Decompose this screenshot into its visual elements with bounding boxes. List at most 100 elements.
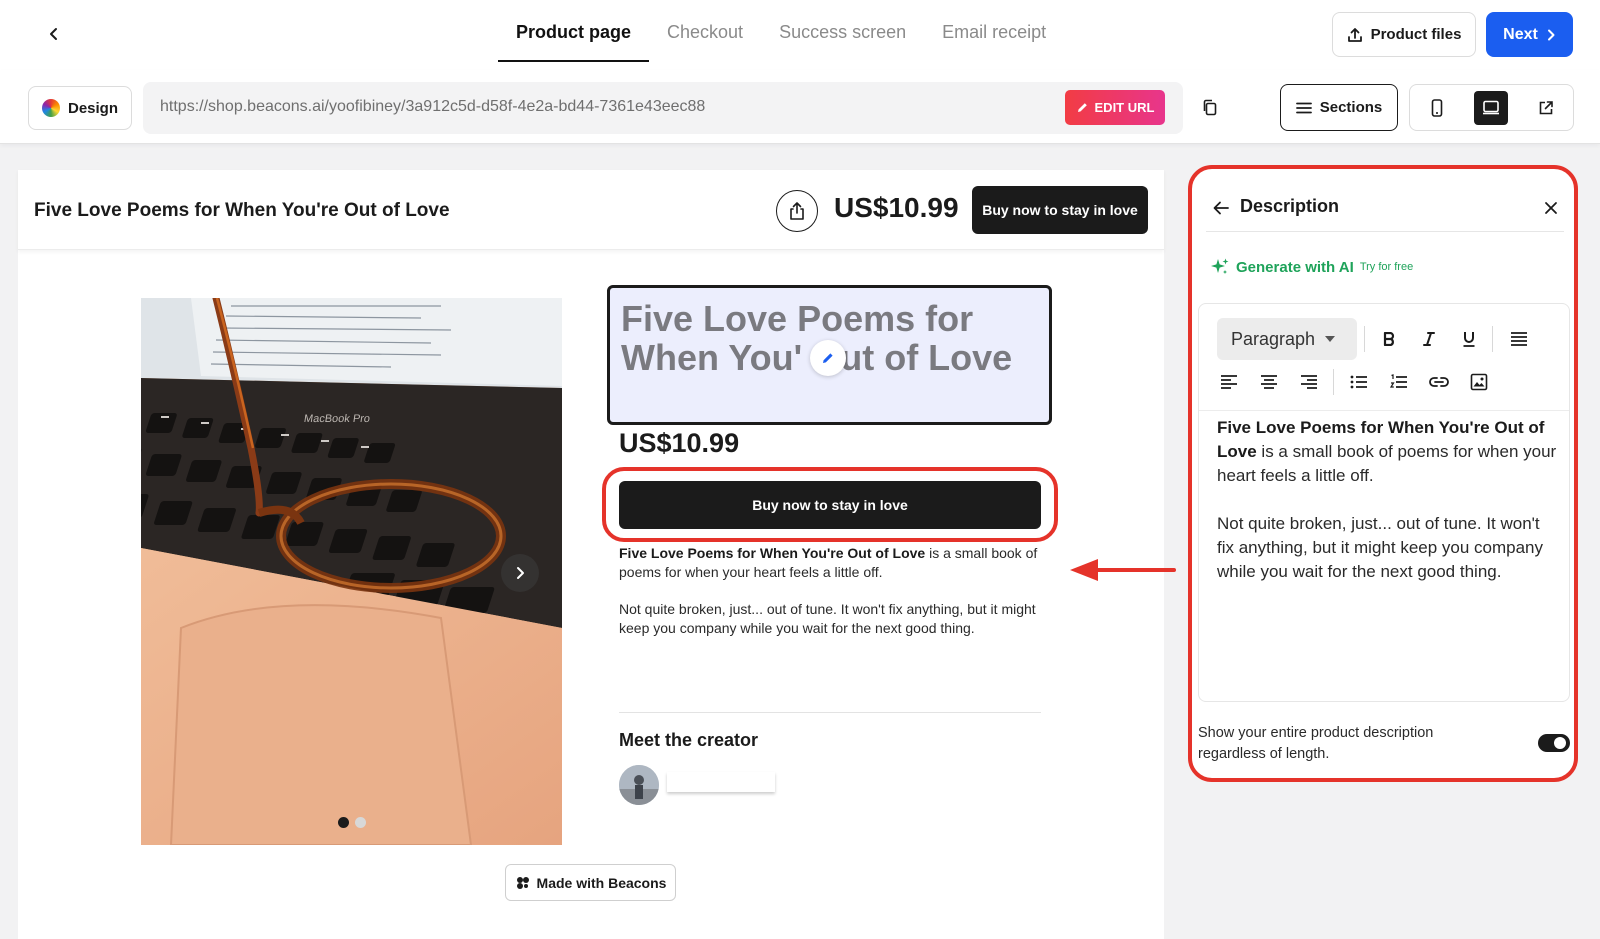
device-switcher	[1409, 84, 1574, 131]
panel-divider	[1206, 231, 1564, 232]
annotation-arrow	[1070, 558, 1180, 582]
arrow-left-icon	[1070, 559, 1176, 581]
insert-image-button[interactable]	[1465, 368, 1493, 396]
tab-product-page[interactable]: Product page	[498, 0, 650, 62]
url-bar: https://shop.beacons.ai/yoofibiney/3a912…	[143, 82, 1183, 134]
design-button[interactable]: Design	[28, 86, 132, 130]
share-button[interactable]	[776, 190, 818, 232]
macbook-label: MacBook Pro	[303, 413, 371, 425]
pencil-icon	[1077, 103, 1087, 112]
external-link-icon	[1539, 100, 1553, 114]
chevron-right-icon	[1547, 29, 1555, 40]
generate-ai-button[interactable]: Generate with AI Try for free	[1210, 257, 1413, 277]
menu-lines-icon	[1295, 102, 1312, 113]
italic-icon	[1423, 332, 1435, 346]
image-pagination	[338, 817, 366, 828]
product-title-block[interactable]: Five Love Poems for When You' Out of Lov…	[607, 285, 1052, 425]
numbered-list-button[interactable]	[1385, 368, 1413, 396]
top-bar: Product page Checkout Success screen Ema…	[0, 0, 1600, 70]
arrow-left-icon	[1213, 201, 1229, 215]
align-right-button[interactable]	[1295, 368, 1323, 396]
beacons-logo-icon	[516, 876, 529, 889]
bold-icon	[1383, 332, 1395, 346]
made-with-label: Made with Beacons	[536, 874, 667, 891]
edit-url-button[interactable]: EDIT URL	[1065, 90, 1165, 125]
panel-back-button[interactable]	[1210, 197, 1232, 219]
chevron-left-icon	[50, 28, 57, 40]
next-button[interactable]: Next	[1486, 12, 1573, 57]
header-product-title: Five Love Poems for When You're Out of L…	[34, 200, 450, 221]
description-panel: Description Generate with AI Try for fre…	[1188, 165, 1578, 782]
desc-paragraph-2: Not quite broken, just... out of tune. I…	[619, 601, 1036, 636]
image-dot-1[interactable]	[338, 817, 349, 828]
product-description: Five Love Poems for When You're Out of L…	[619, 544, 1041, 656]
back-button[interactable]	[40, 20, 68, 48]
tab-checkout[interactable]: Checkout	[649, 0, 761, 62]
editor-content[interactable]: Five Love Poems for When You're Out of L…	[1217, 416, 1557, 608]
image-icon	[1470, 373, 1488, 391]
edit-url-label: EDIT URL	[1094, 100, 1155, 115]
copy-url-button[interactable]	[1198, 94, 1222, 122]
copy-icon	[1203, 99, 1217, 116]
mobile-view-button[interactable]	[1410, 85, 1464, 130]
align-left-icon	[1221, 375, 1237, 389]
open-external-button[interactable]	[1519, 85, 1573, 130]
align-left-button[interactable]	[1215, 368, 1243, 396]
toolbar-separator	[1492, 326, 1493, 352]
creator-avatar[interactable]	[619, 765, 659, 805]
format-select[interactable]: Paragraph	[1217, 318, 1357, 360]
justify-button[interactable]	[1505, 325, 1533, 353]
url-text[interactable]: https://shop.beacons.ai/yoofibiney/3a912…	[160, 98, 705, 116]
desc-bold-title: Five Love Poems for When You're Out of L…	[619, 545, 926, 561]
edit-title-button[interactable]	[810, 340, 846, 376]
upload-icon	[1347, 27, 1362, 42]
bullet-list-icon	[1350, 375, 1367, 389]
try-free-label: Try for free	[1359, 261, 1414, 273]
align-center-icon	[1261, 375, 1277, 389]
underline-button[interactable]	[1455, 325, 1483, 353]
align-center-button[interactable]	[1255, 368, 1283, 396]
link-icon	[1429, 377, 1449, 387]
mobile-icon	[1431, 98, 1443, 117]
header-buy-button[interactable]: Buy now to stay in love	[972, 186, 1148, 234]
panel-close-button[interactable]	[1540, 197, 1562, 219]
product-image[interactable]: MacBook Pro	[141, 298, 562, 845]
italic-button[interactable]	[1415, 325, 1443, 353]
chevron-right-icon	[517, 567, 524, 579]
bullet-list-button[interactable]	[1345, 368, 1373, 396]
desktop-view-button[interactable]	[1464, 85, 1518, 130]
rich-text-editor: Paragraph Five Love Poems for When You'r…	[1198, 303, 1570, 702]
image-next-button[interactable]	[501, 554, 539, 592]
image-dot-2[interactable]	[355, 817, 366, 828]
generate-ai-label: Generate with AI	[1236, 258, 1354, 276]
tab-email-receipt[interactable]: Email receipt	[924, 0, 1064, 62]
toolbar-separator	[1333, 369, 1334, 395]
page-tabs: Product page Checkout Success screen Ema…	[498, 0, 1064, 62]
editor-paragraph-2: Not quite broken, just... out of tune. I…	[1217, 514, 1544, 581]
numbered-list-icon	[1390, 374, 1407, 388]
show-full-description-toggle[interactable]	[1538, 734, 1570, 752]
buy-now-button[interactable]: Buy now to stay in love	[619, 481, 1041, 529]
creator-name-card[interactable]	[667, 772, 775, 792]
toggle-knob	[1554, 737, 1566, 749]
product-files-button[interactable]: Product files	[1332, 12, 1476, 57]
show-full-description-label: Show your entire product description reg…	[1198, 725, 1434, 762]
format-select-value: Paragraph	[1231, 328, 1316, 349]
section-divider	[619, 712, 1041, 713]
header-price: US$10.99	[834, 192, 959, 223]
product-sticky-header: Five Love Poems for When You're Out of L…	[18, 170, 1164, 250]
sparkle-icon	[1211, 258, 1229, 274]
product-files-label: Product files	[1370, 26, 1462, 43]
bold-button[interactable]	[1375, 325, 1403, 353]
sections-button[interactable]: Sections	[1280, 84, 1398, 131]
avatar-photo	[619, 765, 659, 805]
link-button[interactable]	[1425, 368, 1453, 396]
tab-success-screen[interactable]: Success screen	[761, 0, 924, 62]
pencil-icon	[823, 353, 833, 363]
underline-icon	[1463, 332, 1475, 347]
made-with-beacons-button[interactable]: Made with Beacons	[505, 864, 676, 901]
color-wheel-icon	[41, 99, 60, 117]
design-label: Design	[67, 99, 118, 117]
editor-toolbar: Design https://shop.beacons.ai/yoofibine…	[0, 70, 1600, 144]
laptop-photo: MacBook Pro	[141, 298, 562, 845]
